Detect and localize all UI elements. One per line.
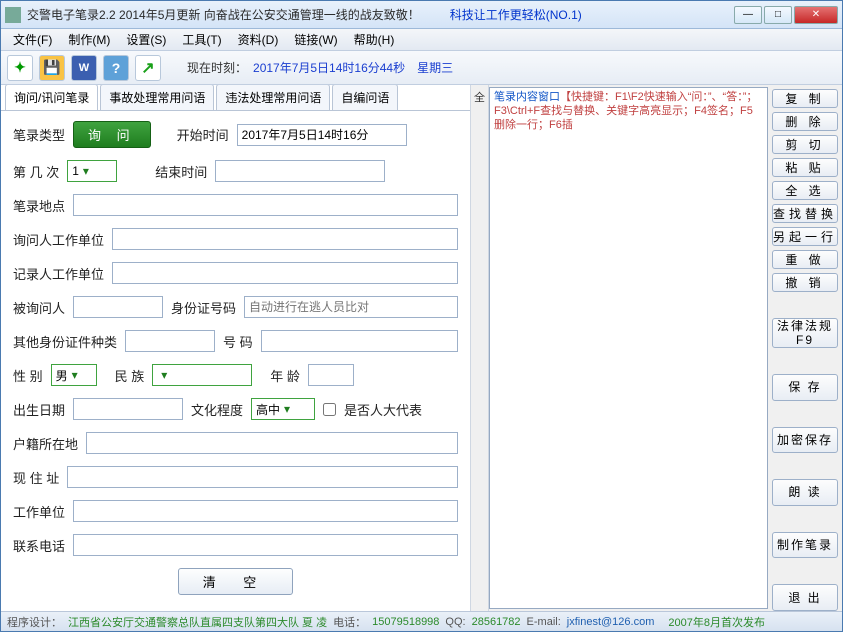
birth-field[interactable] xyxy=(73,398,183,420)
edu-select[interactable]: 高中 xyxy=(251,398,315,420)
asked-person-field[interactable] xyxy=(73,296,163,318)
titlebar: 交警电子笔录2.2 2014年5月更新 向奋战在公安交通管理一线的战友致敬！科技… xyxy=(1,1,842,29)
phone-field[interactable] xyxy=(73,534,458,556)
toolbar: ✦ 💾 W ? ↗ 现在时刻： 2017年7月5日14时16分44秒 星期三 xyxy=(1,51,842,85)
maximize-button[interactable]: □ xyxy=(764,6,792,24)
menu-settings[interactable]: 设置(S) xyxy=(118,29,174,50)
menu-data[interactable]: 资料(D) xyxy=(230,29,287,50)
make-record-button[interactable]: 制作笔录 xyxy=(772,532,838,559)
end-time-label: 结束时间 xyxy=(155,162,207,181)
clock-day: 星期三 xyxy=(417,59,453,76)
new-doc-icon[interactable]: ✦ xyxy=(7,55,33,81)
hometown-field[interactable] xyxy=(86,432,458,454)
end-time-field[interactable] xyxy=(215,160,385,182)
id-field[interactable] xyxy=(244,296,458,318)
menubar: 文件(F) 制作(M) 设置(S) 工具(T) 资料(D) 链接(W) 帮助(H… xyxy=(1,29,842,51)
clock-value: 2017年7月5日14时16分44秒 xyxy=(253,59,405,76)
clear-button[interactable]: 清 空 xyxy=(178,568,294,595)
close-button[interactable]: ✕ xyxy=(794,6,838,24)
other-id-label: 其他身份证件种类 xyxy=(13,332,117,351)
delete-button[interactable]: 删 除 xyxy=(772,112,838,131)
start-time-label: 开始时间 xyxy=(177,125,229,144)
window-title: 交警电子笔录2.2 2014年5月更新 向奋战在公安交通管理一线的战友致敬！科技… xyxy=(27,6,734,23)
age-label: 年 龄 xyxy=(270,366,300,385)
minimize-button[interactable]: — xyxy=(734,6,762,24)
encrypt-save-button[interactable]: 加密保存 xyxy=(772,427,838,454)
menu-file[interactable]: 文件(F) xyxy=(5,29,60,50)
work-unit-label: 工作单位 xyxy=(13,502,65,521)
menu-links[interactable]: 链接(W) xyxy=(286,29,345,50)
note-hint: 笔录内容窗口【快捷键：F1\F2快速输入“问：”、“答：”；F3\Ctrl+F查… xyxy=(490,88,767,134)
times-label: 第 几 次 xyxy=(13,162,59,181)
place-field[interactable] xyxy=(73,194,458,216)
side-buttons: 复 制 删 除 剪 切 粘 贴 全 选 查找替换 另起一行 重 做 撤 销 法律… xyxy=(772,85,842,611)
work-unit-field[interactable] xyxy=(73,500,458,522)
start-time-field[interactable] xyxy=(237,124,407,146)
place-label: 笔录地点 xyxy=(13,196,65,215)
number-label: 号 码 xyxy=(223,332,253,351)
hometown-label: 户籍所在地 xyxy=(13,434,78,453)
undo-button[interactable]: 撤 销 xyxy=(772,273,838,292)
right-pane: 笔录内容窗口【快捷键：F1\F2快速输入“问：”、“答：”；F3\Ctrl+F查… xyxy=(489,85,842,611)
left-pane: 询问/讯问笔录 事故处理常用问语 违法处理常用问语 自编问语 笔录类型 询 问 … xyxy=(1,85,471,611)
redo-button[interactable]: 重 做 xyxy=(772,250,838,269)
paste-button[interactable]: 粘 贴 xyxy=(772,158,838,177)
birth-label: 出生日期 xyxy=(13,400,65,419)
find-replace-button[interactable]: 查找替换 xyxy=(772,204,838,223)
tab-custom[interactable]: 自编问语 xyxy=(332,85,398,110)
times-select[interactable]: 1 xyxy=(67,160,117,182)
tabs: 询问/讯问笔录 事故处理常用问语 违法处理常用问语 自编问语 xyxy=(1,85,470,111)
menu-help[interactable]: 帮助(H) xyxy=(346,29,403,50)
id-label: 身份证号码 xyxy=(171,298,236,317)
age-field[interactable] xyxy=(308,364,354,386)
tab-inquiry[interactable]: 询问/讯问笔录 xyxy=(5,85,98,110)
address-field[interactable] xyxy=(67,466,458,488)
record-type-badge[interactable]: 询 问 xyxy=(73,121,151,148)
tab-violation[interactable]: 违法处理常用问语 xyxy=(216,85,330,110)
gutter-label: 全 xyxy=(474,89,485,105)
menu-tools[interactable]: 工具(T) xyxy=(174,29,229,50)
deputy-label: 是否人大代表 xyxy=(344,400,422,419)
phone-label: 联系电话 xyxy=(13,536,65,555)
clock-label: 现在时刻： xyxy=(187,59,247,76)
law-button[interactable]: 法律法规F9 xyxy=(772,318,838,348)
recorder-unit-field[interactable] xyxy=(112,262,458,284)
sex-select[interactable]: 男 xyxy=(51,364,97,386)
go-icon[interactable]: ↗ xyxy=(135,55,161,81)
asker-unit-field[interactable] xyxy=(112,228,458,250)
asked-person-label: 被询问人 xyxy=(13,298,65,317)
record-type-label: 笔录类型 xyxy=(13,125,65,144)
recorder-unit-label: 记录人工作单位 xyxy=(13,264,104,283)
body-area: 询问/讯问笔录 事故处理常用问语 违法处理常用问语 自编问语 笔录类型 询 问 … xyxy=(1,85,842,611)
mid-gutter: 全 xyxy=(471,85,489,611)
copy-button[interactable]: 复 制 xyxy=(772,89,838,108)
cut-button[interactable]: 剪 切 xyxy=(772,135,838,154)
help-icon[interactable]: ? xyxy=(103,55,129,81)
app-icon xyxy=(5,7,21,23)
app-window: 交警电子笔录2.2 2014年5月更新 向奋战在公安交通管理一线的战友致敬！科技… xyxy=(0,0,843,632)
edu-label: 文化程度 xyxy=(191,400,243,419)
tab-accident[interactable]: 事故处理常用问语 xyxy=(100,85,214,110)
statusbar: 程序设计：江西省公安厅交通警察总队直属四支队第四大队 夏 凌 电话：150795… xyxy=(1,611,842,631)
menu-make[interactable]: 制作(M) xyxy=(60,29,118,50)
word-icon[interactable]: W xyxy=(71,55,97,81)
select-all-button[interactable]: 全 选 xyxy=(772,181,838,200)
note-area[interactable]: 笔录内容窗口【快捷键：F1\F2快速输入“问：”、“答：”；F3\Ctrl+F查… xyxy=(489,87,768,609)
read-button[interactable]: 朗 读 xyxy=(772,479,838,506)
sex-label: 性 别 xyxy=(13,366,43,385)
exit-button[interactable]: 退 出 xyxy=(772,584,838,611)
asker-unit-label: 询问人工作单位 xyxy=(13,230,104,249)
form: 笔录类型 询 问 开始时间 第 几 次 1 结束时间 笔录地点 询问人工作单位 xyxy=(1,111,470,611)
deputy-checkbox[interactable] xyxy=(323,403,336,416)
newline-button[interactable]: 另起一行 xyxy=(772,227,838,246)
nation-select[interactable] xyxy=(152,364,252,386)
save-button[interactable]: 保 存 xyxy=(772,374,838,401)
nation-label: 民 族 xyxy=(115,366,145,385)
other-id-field[interactable] xyxy=(125,330,215,352)
number-field[interactable] xyxy=(261,330,458,352)
save-icon[interactable]: 💾 xyxy=(39,55,65,81)
address-label: 现 住 址 xyxy=(13,468,59,487)
